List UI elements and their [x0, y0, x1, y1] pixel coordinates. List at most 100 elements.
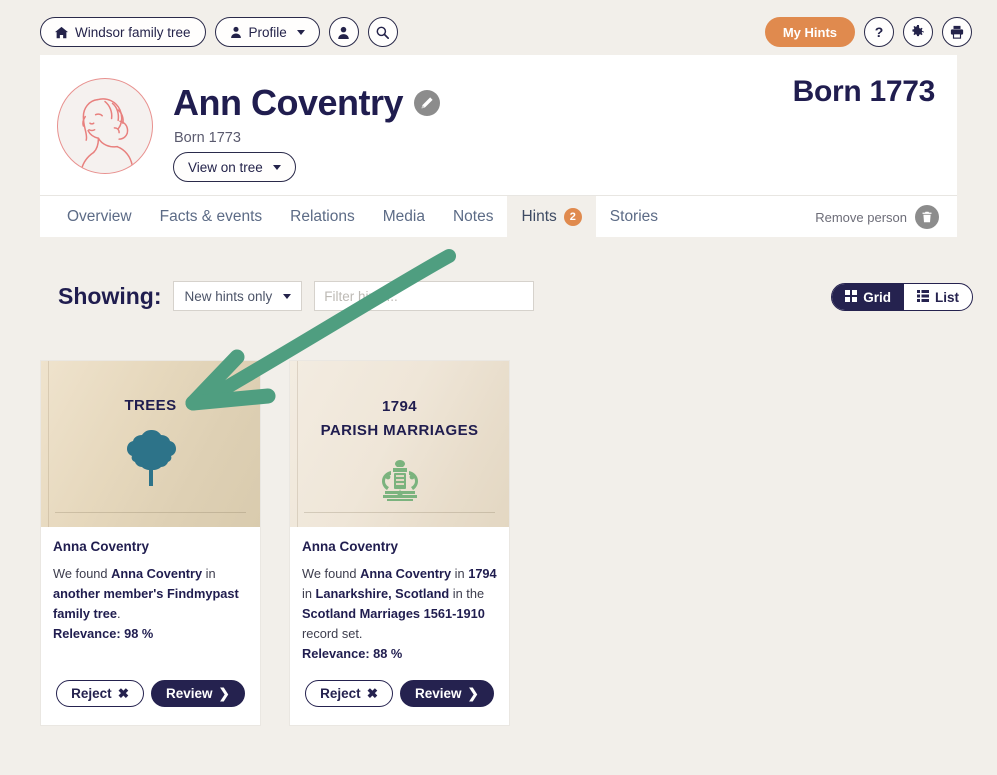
hint-description: We found Anna Coventry in another member… [53, 564, 248, 644]
tree-silhouette-icon [124, 428, 178, 495]
search-button[interactable] [367, 17, 398, 47]
pencil-icon [421, 97, 433, 109]
person-header: Ann Coventry Born 1773 View on tree Born… [40, 55, 957, 195]
hint-description-text: We found Anna Coventry in another member… [53, 566, 239, 622]
review-button[interactable]: Review ❯ [400, 680, 494, 708]
edit-name-button[interactable] [414, 90, 441, 116]
profile-label: Profile [248, 24, 287, 40]
royal-coat-of-arms-icon [371, 457, 429, 510]
toolbar-right-group: My Hints ? [764, 17, 972, 47]
hint-card-actions: Reject ✖ Review ❯ [290, 664, 509, 725]
view-mode-toggle: Grid List [831, 283, 973, 311]
my-hints-button[interactable]: My Hints [764, 17, 855, 47]
review-button[interactable]: Review ❯ [151, 680, 245, 708]
view-mode-list-button[interactable]: List [904, 284, 972, 310]
hint-description-text: We found Anna Coventry in 1794 in Lanark… [302, 566, 497, 642]
grid-icon [845, 289, 858, 305]
tab-notes[interactable]: Notes [439, 196, 508, 237]
view-on-tree-wrapper: View on tree [173, 152, 296, 182]
person-icon [337, 26, 350, 39]
hint-relevance-value: 98 % [124, 626, 154, 642]
review-label: Review [415, 686, 462, 702]
tab-label: Notes [452, 207, 494, 225]
hint-card-body: Anna Coventry We found Anna Coventry in … [290, 527, 509, 664]
showing-label: Showing: [58, 282, 162, 309]
reject-label: Reject [71, 686, 112, 702]
hint-card-body: Anna Coventry We found Anna Coventry in … [41, 527, 260, 664]
printer-icon [950, 25, 964, 39]
reject-button[interactable]: Reject ✖ [305, 680, 393, 708]
reject-label: Reject [320, 686, 361, 702]
tab-label: Media [382, 207, 425, 225]
person-icon [230, 26, 242, 38]
gear-icon [911, 25, 925, 39]
hint-card[interactable]: TREES Anna Coventry We found Anna Covent… [40, 360, 261, 727]
home-tree-label: Windsor family tree [75, 24, 191, 40]
view-on-tree-button[interactable]: View on tree [173, 152, 296, 182]
hints-filter-select[interactable]: New hints only [173, 281, 303, 311]
avatar [57, 78, 153, 174]
tab-label: Overview [67, 207, 132, 225]
paper-edge-line [297, 361, 298, 527]
tab-label: Stories [609, 207, 659, 225]
print-button[interactable] [942, 17, 972, 47]
close-icon: ✖ [366, 685, 378, 701]
born-year-heading: Born 1773 [792, 75, 936, 108]
settings-button[interactable] [903, 17, 933, 47]
hint-card-image: TREES [41, 361, 260, 527]
hint-person-name: Anna Coventry [302, 539, 399, 554]
hint-description: We found Anna Coventry in 1794 in Lanark… [302, 564, 497, 664]
chevron-down-icon [272, 164, 281, 170]
profile-dropdown-button[interactable]: Profile [214, 17, 320, 47]
trash-icon [915, 205, 939, 229]
view-mode-list-label: List [934, 289, 959, 305]
hint-relevance-value: 88 % [373, 646, 403, 662]
tab-label: Facts & events [159, 207, 263, 225]
paper-rule-line [55, 512, 246, 513]
tab-facts-events[interactable]: Facts & events [146, 196, 277, 237]
tab-hints[interactable]: Hints 2 [507, 196, 596, 237]
hint-image-title-line2: PARISH MARRIAGES [320, 422, 479, 439]
my-hints-label: My Hints [782, 24, 837, 40]
chevron-down-icon [296, 29, 305, 35]
hint-relevance: Relevance: 88 % [302, 644, 497, 664]
home-tree-button[interactable]: Windsor family tree [40, 17, 206, 47]
list-icon [916, 289, 929, 305]
woman-portrait-avatar-icon [80, 98, 134, 170]
reject-button[interactable]: Reject ✖ [56, 680, 144, 708]
chevron-down-icon [283, 293, 292, 299]
person-tabs: Overview Facts & events Relations Media … [40, 195, 957, 237]
hint-relevance: Relevance: 98 % [53, 624, 248, 644]
tab-media[interactable]: Media [369, 196, 439, 237]
view-mode-grid-button[interactable]: Grid [832, 284, 904, 310]
hint-image-title: 1794 PARISH MARRIAGES [321, 395, 479, 443]
filter-hints-input[interactable] [314, 281, 535, 311]
paper-rule-line [304, 512, 495, 513]
hint-image-title-line1: 1794 [382, 398, 417, 415]
tab-label: Hints [521, 207, 557, 225]
paper-edge-line [48, 361, 49, 527]
tab-relations[interactable]: Relations [276, 196, 369, 237]
add-person-button[interactable] [328, 17, 359, 47]
tab-overview[interactable]: Overview [53, 196, 146, 237]
chevron-right-icon: ❯ [467, 685, 479, 701]
toolbar-left-group: Windsor family tree Profile [40, 17, 398, 47]
remove-person-label: Remove person [815, 209, 907, 225]
review-label: Review [166, 686, 213, 702]
tab-stories[interactable]: Stories [596, 196, 672, 237]
hint-image-title: TREES [124, 397, 177, 414]
tab-label: Relations [290, 207, 355, 225]
hints-grid: TREES Anna Coventry We found Anna Covent… [40, 360, 510, 727]
chevron-right-icon: ❯ [218, 685, 230, 701]
hint-card[interactable]: 1794 PARISH MARRIAGES Anna Coventry We f… [289, 360, 510, 727]
filters-bar: Showing: New hints only [58, 281, 535, 311]
top-toolbar: Windsor family tree Profile My Hints ? [0, 0, 997, 60]
person-panel: Ann Coventry Born 1773 View on tree Born… [40, 55, 957, 237]
person-born-subtitle: Born 1773 [174, 130, 241, 146]
view-mode-grid-label: Grid [863, 289, 891, 305]
help-button[interactable]: ? [864, 17, 894, 47]
hint-relevance-label: Relevance: [302, 646, 370, 662]
page-root: Windsor family tree Profile My Hints ? A… [0, 0, 997, 775]
remove-person-button[interactable]: Remove person [815, 196, 939, 238]
hint-card-image: 1794 PARISH MARRIAGES [290, 361, 509, 527]
